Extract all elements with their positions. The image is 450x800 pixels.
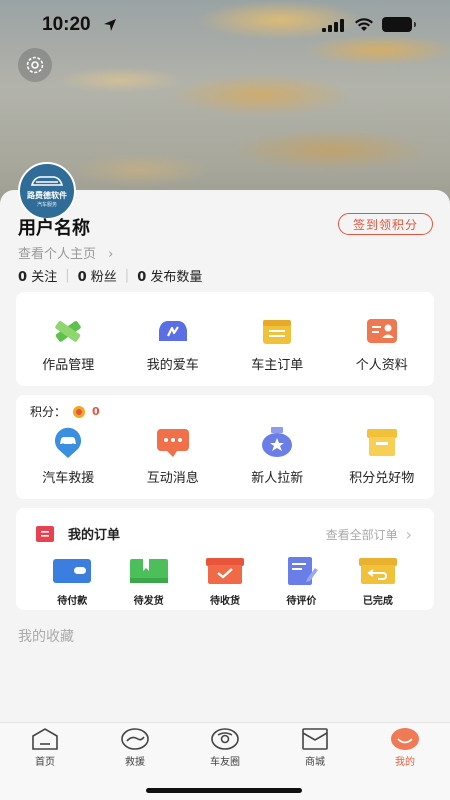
points-value: 0 [92, 405, 100, 418]
menu-profile[interactable]: 个人资料 [330, 316, 435, 373]
divider: | [65, 268, 70, 283]
avatar-brand-text: 路费德软件 [27, 191, 67, 200]
home-icon [32, 728, 58, 750]
me-icon [391, 728, 419, 750]
mall-icon [302, 728, 328, 750]
signal-icon [322, 19, 344, 32]
menu-my-car[interactable]: 我的爱车 [121, 316, 226, 373]
order-list-icon [36, 525, 54, 542]
order-pending-payment[interactable]: 待付款 [34, 556, 110, 607]
orders-header: 我的订单 [36, 524, 120, 543]
notepad-icon [263, 320, 292, 344]
avatar-sub-text: 汽车服务 [36, 202, 57, 208]
shop-icon [366, 429, 397, 456]
divider: | [124, 268, 130, 283]
wallet-icon [53, 559, 92, 583]
message-icon [156, 429, 189, 457]
medal-icon [73, 405, 86, 418]
gear-icon [26, 56, 44, 74]
quick-menu-card: 作品管理 我的爱车 车主订单 个人资料 [16, 292, 434, 386]
orders-card: 我的订单 查看全部订单 › 待付款 待发货 待收货 待评价 已完成 [16, 508, 434, 610]
status-bar: 10:20 [0, 0, 450, 50]
receive-box-icon [206, 558, 245, 584]
order-pending-review[interactable]: 待评价 [263, 556, 339, 607]
car-icon [158, 321, 187, 341]
avatar[interactable]: 路费德软件 汽车服务 [18, 162, 76, 220]
battery-icon [382, 17, 416, 32]
order-completed[interactable]: 已完成 [340, 556, 416, 607]
profile-stats: 0 关注 | 0 粉丝 | 0 发布数量 [18, 266, 202, 285]
settings-button[interactable] [18, 48, 52, 82]
chevron-right-icon: › [108, 247, 114, 262]
car-logo-icon [30, 176, 64, 186]
tab-home[interactable]: 首页 [0, 723, 90, 800]
checkin-button[interactable]: 签到领积分 [338, 213, 433, 235]
profile-card-icon [366, 319, 397, 343]
package-icon [129, 559, 168, 583]
tab-me[interactable]: 我的 [360, 723, 450, 800]
menu-works[interactable]: 作品管理 [16, 316, 121, 373]
stat-posts[interactable]: 0 发布数量 [137, 266, 202, 285]
review-icon [288, 557, 319, 585]
service-points-shop[interactable]: 积分兑好物 [330, 425, 435, 486]
stat-followers[interactable]: 0 粉丝 [78, 266, 117, 285]
order-pending-shipment[interactable]: 待发货 [110, 556, 186, 607]
services-card: 积分： 0 汽车救援 互动消息 新人拉新 积分兑好物 [16, 395, 434, 499]
wifi-icon [355, 18, 373, 31]
favorites-title: 我的收藏 [18, 629, 74, 645]
menu-owner-orders[interactable]: 车主订单 [225, 316, 330, 373]
status-time: 10:20 [42, 14, 91, 35]
view-homepage-link[interactable]: 查看个人主页 › [18, 243, 113, 262]
orders-title: 我的订单 [68, 528, 121, 543]
stat-following[interactable]: 0 关注 [18, 266, 57, 285]
location-arrow-icon [104, 19, 116, 31]
service-rescue[interactable]: 汽车救援 [16, 425, 121, 486]
rescue-car-icon [55, 427, 82, 458]
view-all-orders-link[interactable]: 查看全部订单 › [326, 525, 412, 544]
home-indicator [146, 788, 302, 793]
service-invite[interactable]: 新人拉新 [225, 425, 330, 486]
community-icon [211, 728, 239, 750]
view-homepage-label: 查看个人主页 [18, 247, 97, 262]
rescue-icon [121, 728, 149, 750]
badge-icon [262, 427, 293, 457]
points-row: 积分： 0 [30, 405, 100, 419]
order-pending-receipt[interactable]: 待收货 [187, 556, 263, 607]
username: 用户名称 [18, 218, 90, 239]
service-messages[interactable]: 互动消息 [121, 425, 226, 486]
chevron-right-icon: › [405, 525, 412, 544]
pencil-icon [55, 321, 81, 342]
return-box-icon [358, 558, 397, 584]
